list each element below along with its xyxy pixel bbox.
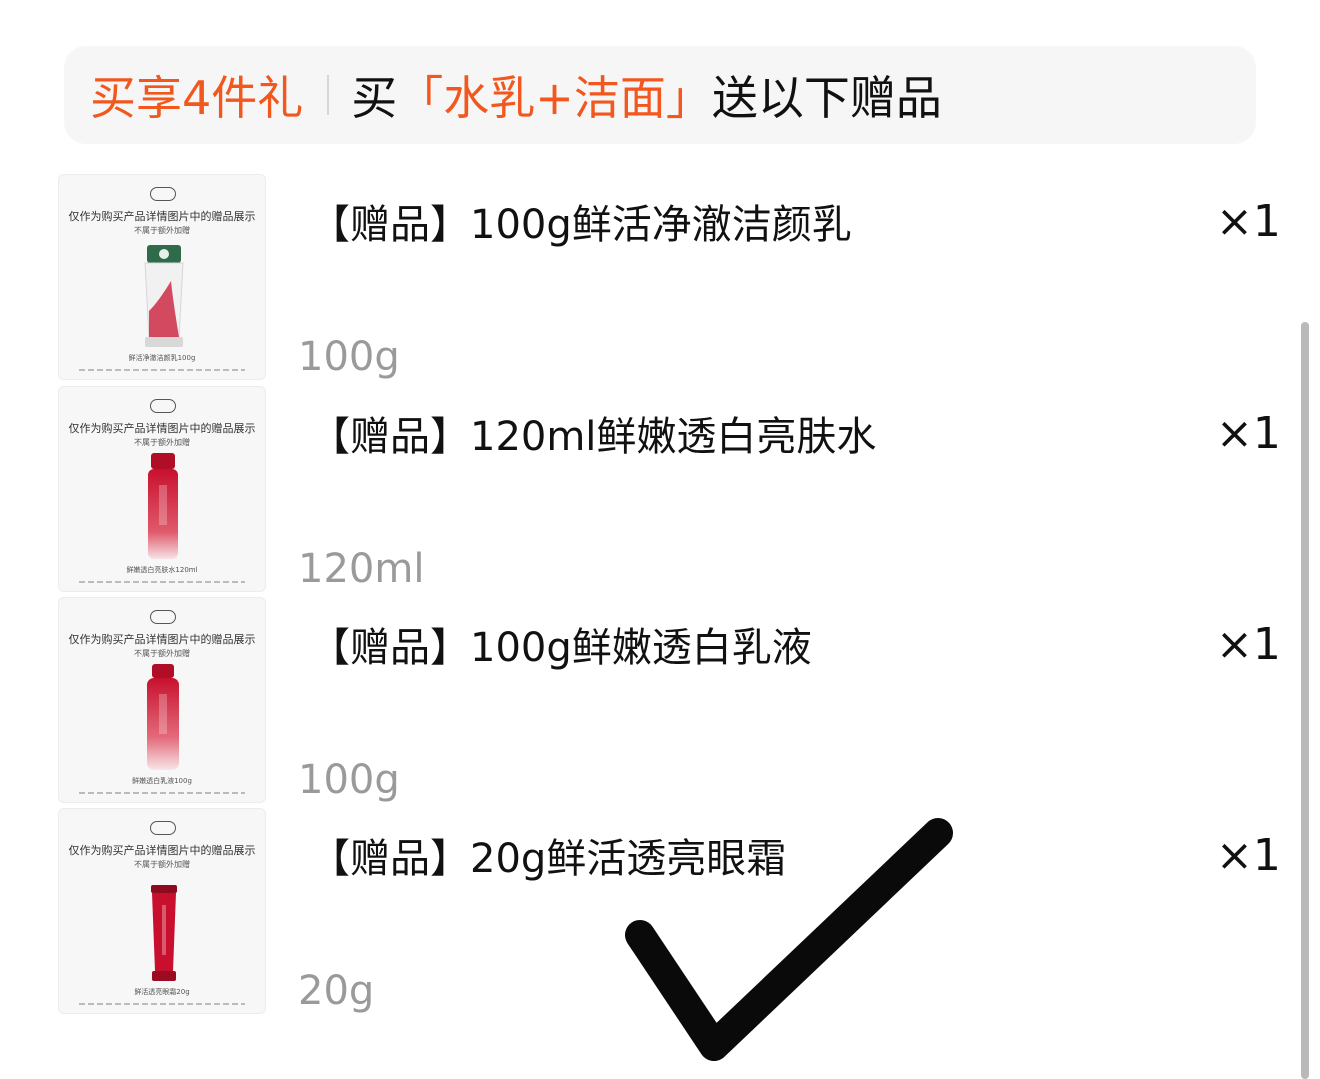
gift-spec: 120ml: [298, 546, 425, 592]
gift-thumbnail: 仅作为购买产品详情图片中的赠品展示 不属于额外加赠 鲜活净澈洁颜乳100g: [58, 174, 266, 380]
thumbnail-caption: 鲜活透亮眼霜20g: [134, 988, 190, 996]
gift-item[interactable]: 仅作为购买产品详情图片中的赠品展示 不属于额外加赠 鲜活净澈洁颜乳100g 【赠…: [0, 174, 1320, 384]
thumbnail-subnote: 不属于额外加赠: [134, 438, 190, 447]
thumbnail-caption: 鲜活净澈洁颜乳100g: [128, 354, 196, 362]
eye-cream-tube-icon: [151, 885, 177, 981]
gift-thumbnail: 仅作为购买产品详情图片中的赠品展示 不属于额外加赠 鲜活透亮眼霜20g: [58, 808, 266, 1014]
thumbnail-footnote: [79, 792, 245, 794]
scrollbar[interactable]: [1301, 322, 1309, 1079]
gift-item[interactable]: 仅作为购买产品详情图片中的赠品展示 不属于额外加赠 鲜嫩透白乳液100g 【赠品…: [0, 597, 1320, 807]
gift-spec: 100g: [298, 757, 400, 803]
gift-quantity: ×1: [1216, 619, 1281, 670]
thumbnail-caption: 鲜嫩透白亮肤水120ml: [126, 566, 198, 574]
thumbnail-caption: 鲜嫩透白乳液100g: [132, 777, 192, 785]
brand-logo-icon: [150, 821, 176, 835]
thumbnail-footnote: [79, 1003, 245, 1005]
gift-item[interactable]: 仅作为购买产品详情图片中的赠品展示 不属于额外加赠 鲜嫩透白亮肤水120ml 【…: [0, 386, 1320, 596]
banner-suffix: 送以下赠品: [711, 71, 942, 125]
gift-item[interactable]: 仅作为购买产品详情图片中的赠品展示 不属于额外加赠 鲜活透亮眼霜20g 【赠品】…: [0, 808, 1320, 1018]
gift-spec: 100g: [298, 334, 400, 380]
thumbnail-footnote: [79, 581, 245, 583]
brand-logo-icon: [150, 187, 176, 201]
thumbnail-subnote: 不属于额外加赠: [134, 649, 190, 658]
toner-bottle-icon: [148, 453, 178, 559]
gift-name: 【赠品】100g鲜活净澈洁颜乳: [310, 202, 852, 248]
gift-name: 【赠品】120ml鲜嫩透白亮肤水: [310, 414, 877, 460]
gift-quantity: ×1: [1216, 830, 1281, 881]
thumbnail-note: 仅作为购买产品详情图片中的赠品展示: [68, 844, 256, 857]
banner-divider: [327, 75, 330, 115]
lotion-bottle-icon: [147, 664, 179, 770]
gift-name: 【赠品】100g鲜嫩透白乳液: [310, 625, 812, 671]
brand-logo-icon: [150, 399, 176, 413]
banner-bracket-close: 」: [665, 71, 712, 125]
thumbnail-subnote: 不属于额外加赠: [134, 226, 190, 235]
banner-products: 水乳+洁面: [443, 71, 666, 125]
gift-quantity: ×1: [1216, 196, 1281, 247]
thumbnail-note: 仅作为购买产品详情图片中的赠品展示: [68, 210, 256, 223]
gift-name: 【赠品】20g鲜活透亮眼霜: [310, 836, 787, 882]
thumbnail-subnote: 不属于额外加赠: [134, 860, 190, 869]
gift-thumbnail: 仅作为购买产品详情图片中的赠品展示 不属于额外加赠 鲜嫩透白乳液100g: [58, 597, 266, 803]
thumbnail-footnote: [79, 369, 245, 371]
banner-prefix: 买: [351, 71, 398, 125]
thumbnail-note: 仅作为购买产品详情图片中的赠品展示: [68, 633, 256, 646]
cleanser-tube-icon: [144, 245, 184, 347]
gift-banner: 买享4件礼 买 「 水乳+洁面 」 送以下赠品: [64, 46, 1256, 144]
banner-bracket-open: 「: [397, 71, 444, 125]
gift-quantity: ×1: [1216, 408, 1281, 459]
brand-logo-icon: [150, 610, 176, 624]
gift-thumbnail: 仅作为购买产品详情图片中的赠品展示 不属于额外加赠 鲜嫩透白亮肤水120ml: [58, 386, 266, 592]
thumbnail-note: 仅作为购买产品详情图片中的赠品展示: [68, 422, 256, 435]
banner-label: 买享4件礼: [90, 71, 304, 125]
gift-spec: 20g: [298, 968, 375, 1014]
